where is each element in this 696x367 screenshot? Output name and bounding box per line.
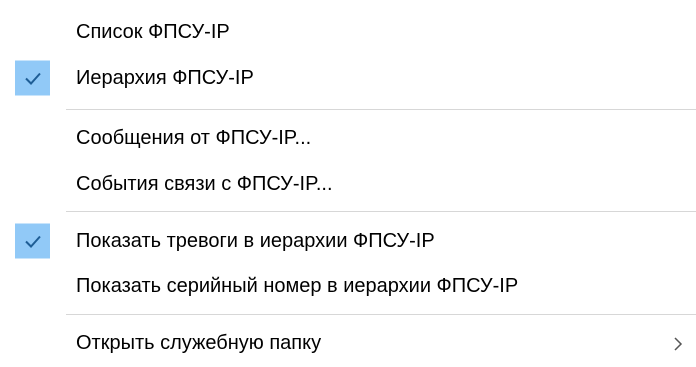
- menu-separator: [66, 211, 696, 212]
- menu-item-label: Иерархия ФПСУ-IP: [76, 67, 254, 89]
- menu-separator: [66, 109, 696, 110]
- menu-item-fpsu-list[interactable]: Список ФПСУ-IP: [0, 9, 696, 55]
- menu-item-label: События связи с ФПСУ-IP...: [76, 173, 333, 195]
- menu-item-label: Показать тревоги в иерархии ФПСУ-IP: [76, 230, 435, 252]
- menu-item-label: Показать серийный номер в иерархии ФПСУ-…: [76, 275, 519, 297]
- menu-item-fpsu-messages[interactable]: Сообщения от ФПСУ-IP...: [0, 115, 696, 161]
- menu-item-label: Сообщения от ФПСУ-IP...: [76, 127, 312, 149]
- menu-item-open-service-folder[interactable]: Открыть служебную папку: [0, 320, 696, 366]
- checkmark-icon: [15, 223, 50, 259]
- menu-item-label: Список ФПСУ-IP: [76, 21, 230, 43]
- menu-item-show-serial-number-in-hierarchy[interactable]: Показать серийный номер в иерархии ФПСУ-…: [0, 263, 696, 309]
- menu-item-fpsu-hierarchy[interactable]: Иерархия ФПСУ-IP: [0, 55, 696, 101]
- menu-item-fpsu-connection-events[interactable]: События связи с ФПСУ-IP...: [0, 161, 696, 207]
- menu-item-label: Открыть служебную папку: [76, 332, 322, 354]
- chevron-right-icon: [672, 335, 684, 351]
- menu-separator: [66, 314, 696, 315]
- menu-item-show-alarms-in-hierarchy[interactable]: Показать тревоги в иерархии ФПСУ-IP: [0, 218, 696, 264]
- checkmark-icon: [15, 60, 50, 96]
- context-menu: Список ФПСУ-IP Иерархия ФПСУ-IP Сообщени…: [0, 0, 696, 367]
